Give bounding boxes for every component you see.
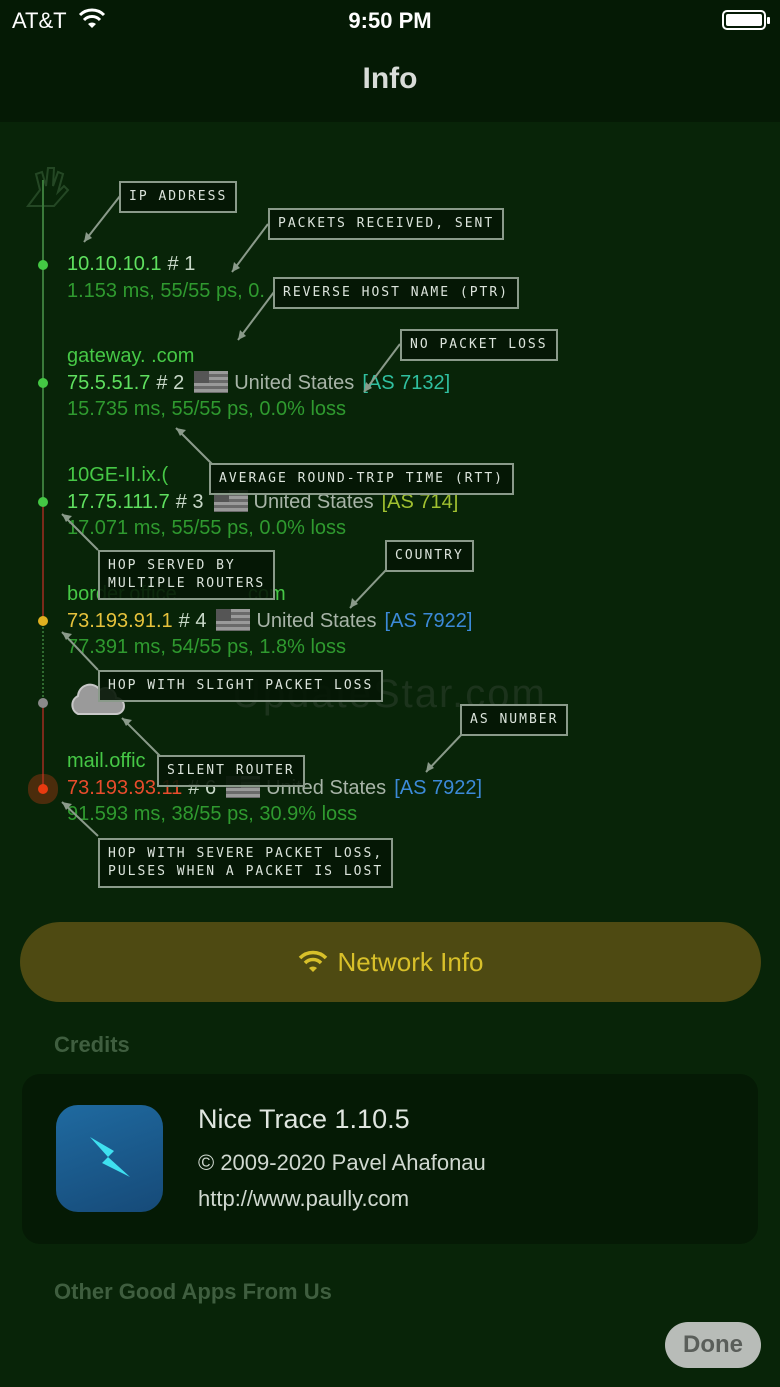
callout-arrowhead [176, 428, 186, 436]
callout-arrowhead [122, 718, 132, 726]
website-link[interactable]: http://www.paully.com [198, 1186, 409, 1212]
app-name: Nice Trace 1.10.5 [198, 1104, 410, 1134]
callout-slight-loss: HOP WITH SLIGHT PACKET LOSS [98, 670, 384, 702]
wifi-icon [298, 950, 327, 972]
callout-arrow [83, 195, 121, 243]
app-icon [56, 1105, 163, 1212]
callout-ptr: REVERSE HOST NAME (PTR) [273, 277, 520, 309]
done-button[interactable]: Done [665, 1322, 761, 1368]
callout-arrow [363, 343, 401, 393]
network-info-button[interactable]: Network Info [20, 922, 761, 1002]
section-header-credits: Credits [54, 1032, 130, 1057]
navigation-bar: Info [0, 40, 780, 122]
callout-line: MULTIPLE ROUTERS [108, 576, 266, 591]
callout-line: HOP SERVED BY [108, 558, 236, 573]
page-title: Info [362, 62, 418, 95]
callout-severe-loss: HOP WITH SEVERE PACKET LOSS, PULSES WHEN… [98, 838, 394, 888]
battery-icon [722, 10, 770, 30]
callout-arrowhead [62, 632, 72, 640]
clock: 9:50 PM [348, 8, 432, 33]
callout-line: HOP WITH SEVERE PACKET LOSS, [108, 846, 384, 861]
trace-illustration: UpdateStar.com 10.10.10.1 # 1 1.153 ms, 5… [0, 122, 780, 902]
callout-arrow [231, 223, 269, 273]
callout-no-loss: NO PACKET LOSS [400, 329, 558, 361]
section-header-other-apps: Other Good Apps From Us [54, 1279, 332, 1304]
credits-card[interactable]: Nice Trace 1.10.5 © 2009-2020 Pavel Ahaf… [22, 1074, 758, 1244]
callout-rtt: AVERAGE ROUND-TRIP TIME (RTT) [209, 463, 514, 495]
network-info-label: Network Info [337, 946, 484, 977]
callout-ip-address: IP ADDRESS [119, 181, 238, 213]
callout-packets: PACKETS RECEIVED, SENT [268, 208, 505, 240]
callout-multiple-routers: HOP SERVED BY MULTIPLE ROUTERS [98, 550, 276, 600]
callout-line: PULSES WHEN A PACKET IS LOST [108, 864, 384, 879]
lightning-icon [90, 1137, 130, 1177]
callout-country: COUNTRY [385, 540, 474, 572]
callout-arrowhead [62, 514, 72, 522]
copyright: © 2009-2020 Pavel Ahafonau [198, 1150, 486, 1175]
callout-arrow [237, 291, 275, 341]
status-bar: AT&T 9:50 PM [0, 0, 780, 40]
callout-silent-router: SILENT ROUTER [157, 755, 305, 787]
callout-as-number: AS NUMBER [460, 704, 569, 736]
